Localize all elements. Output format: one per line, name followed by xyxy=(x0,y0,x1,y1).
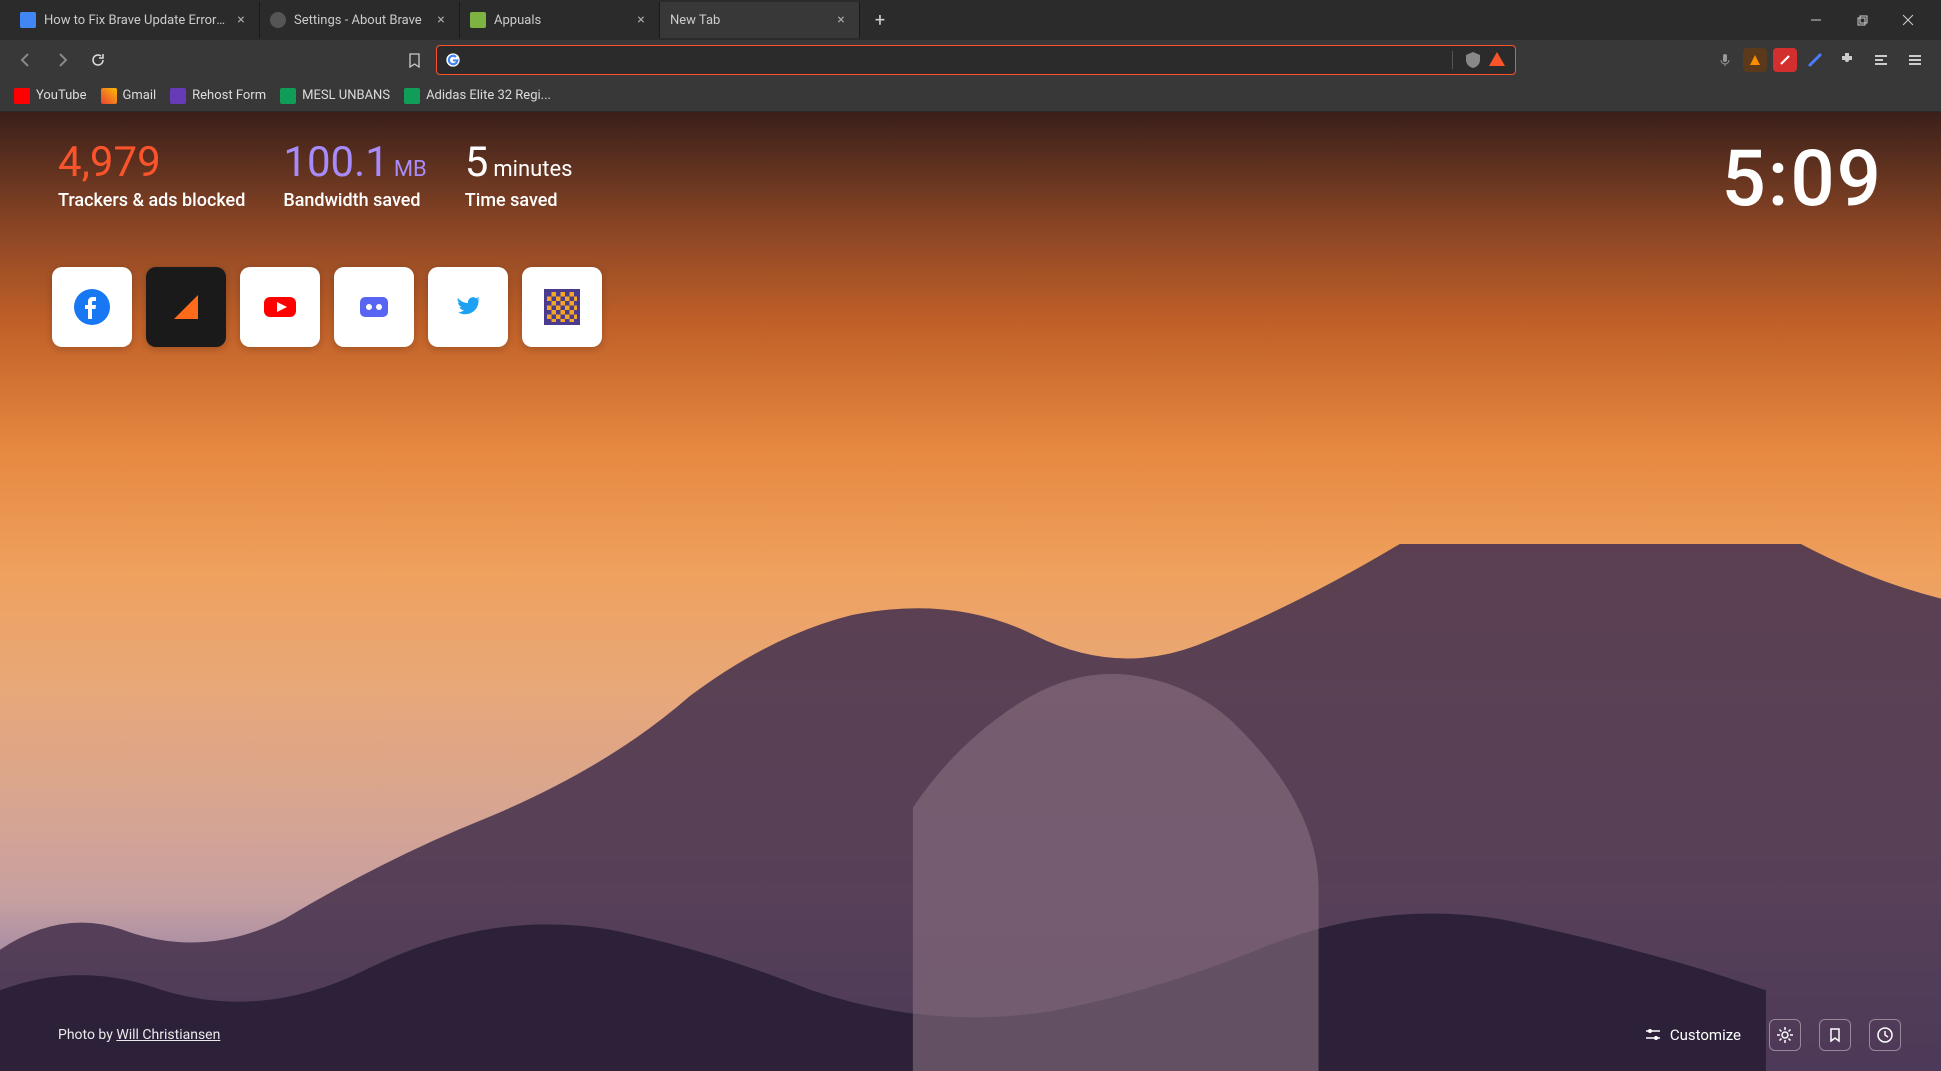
close-icon[interactable]: × xyxy=(633,12,649,28)
youtube-icon xyxy=(14,88,30,104)
gear-icon xyxy=(1776,1026,1794,1044)
settings-icon xyxy=(270,12,286,28)
stat-bandwidth: 100.1 MB Bandwidth saved xyxy=(283,140,426,211)
bookmark-label: Gmail xyxy=(123,88,157,103)
sliders-icon xyxy=(1644,1026,1662,1044)
top-sites xyxy=(0,211,1941,347)
brave-rewards-icon[interactable] xyxy=(1487,50,1507,70)
close-window-button[interactable] xyxy=(1885,2,1931,38)
tab-bar: How to Fix Brave Update Error 0x8... × S… xyxy=(0,0,1941,40)
back-button[interactable] xyxy=(12,46,40,74)
new-tab-page: 4,979 Trackers & ads blocked 100.1 MB Ba… xyxy=(0,112,1941,1071)
shields-icon[interactable] xyxy=(1463,50,1483,70)
tab-title: Appuals xyxy=(494,13,627,28)
toolbar xyxy=(0,40,1941,80)
docs-icon xyxy=(20,12,36,28)
facebook-icon xyxy=(74,289,110,325)
history-icon xyxy=(1876,1026,1894,1044)
bookmark-label: Rehost Form xyxy=(192,88,266,103)
orange-triangle-icon xyxy=(168,289,204,325)
gmail-icon xyxy=(101,88,117,104)
extension-red-icon[interactable] xyxy=(1773,48,1797,72)
extensions-button[interactable] xyxy=(1833,46,1861,74)
appuals-icon xyxy=(470,12,486,28)
bookmarks-widget-button[interactable] xyxy=(1819,1019,1851,1051)
stat-label: Bandwidth saved xyxy=(283,190,426,211)
youtube-icon xyxy=(262,289,298,325)
bookmark-adidas[interactable]: Adidas Elite 32 Regi... xyxy=(404,88,551,104)
tab-2[interactable]: Appuals × xyxy=(460,2,660,38)
bookmarks-bar: YouTube Gmail Rehost Form MESL UNBANS Ad… xyxy=(0,80,1941,112)
stats-row: 4,979 Trackers & ads blocked 100.1 MB Ba… xyxy=(0,112,1941,211)
stat-value: 4,979 xyxy=(58,140,245,186)
discord-icon xyxy=(356,289,392,325)
extension-orange-icon[interactable] xyxy=(1743,48,1767,72)
tile-twitter[interactable] xyxy=(428,267,508,347)
bookmark-label: MESL UNBANS xyxy=(302,88,390,103)
tab-title: How to Fix Brave Update Error 0x8... xyxy=(44,13,227,28)
tab-title: Settings - About Brave xyxy=(294,13,427,28)
google-icon xyxy=(445,52,461,68)
tab-title: New Tab xyxy=(670,13,827,28)
address-bar[interactable] xyxy=(436,45,1516,75)
clock: 5:09 xyxy=(1721,134,1883,225)
bookmark-rehost-form[interactable]: Rehost Form xyxy=(170,88,266,104)
settings-button[interactable] xyxy=(1769,1019,1801,1051)
stat-value: 100.1 MB xyxy=(283,140,426,186)
twitter-icon xyxy=(450,289,486,325)
reload-button[interactable] xyxy=(84,46,112,74)
extension-blue-icon[interactable] xyxy=(1803,48,1827,72)
maximize-button[interactable] xyxy=(1839,2,1885,38)
forms-icon xyxy=(170,88,186,104)
tab-1[interactable]: Settings - About Brave × xyxy=(260,2,460,38)
tile-discord[interactable] xyxy=(334,267,414,347)
bookmark-label: YouTube xyxy=(36,88,87,103)
sheets-icon xyxy=(404,88,420,104)
stat-value: 5 minutes xyxy=(465,140,573,186)
divider xyxy=(1452,51,1453,69)
tile-youtube[interactable] xyxy=(240,267,320,347)
stat-label: Time saved xyxy=(465,190,573,211)
bookmark-page-button[interactable] xyxy=(400,46,428,74)
close-icon[interactable]: × xyxy=(833,12,849,28)
new-tab-button[interactable]: + xyxy=(866,6,894,34)
photo-credit: Photo by Will Christiansen xyxy=(58,1027,220,1043)
bookmark-label: Adidas Elite 32 Regi... xyxy=(426,88,551,103)
minimize-button[interactable] xyxy=(1793,2,1839,38)
customize-button[interactable]: Customize xyxy=(1634,1020,1751,1050)
tab-3-active[interactable]: New Tab × xyxy=(660,2,860,38)
bookmark-gmail[interactable]: Gmail xyxy=(101,88,157,104)
tab-0[interactable]: How to Fix Brave Update Error 0x8... × xyxy=(10,2,260,38)
window-controls xyxy=(1793,2,1931,38)
bookmark-youtube[interactable]: YouTube xyxy=(14,88,87,104)
close-icon[interactable]: × xyxy=(233,12,249,28)
sidebar-button[interactable] xyxy=(1867,46,1895,74)
sheets-icon xyxy=(280,88,296,104)
bookmark-mesl-unbans[interactable]: MESL UNBANS xyxy=(280,88,390,104)
address-input[interactable] xyxy=(469,52,1446,68)
stat-label: Trackers & ads blocked xyxy=(58,190,245,211)
extension-mic-icon[interactable] xyxy=(1713,48,1737,72)
history-button[interactable] xyxy=(1869,1019,1901,1051)
photo-author-link[interactable]: Will Christiansen xyxy=(116,1027,220,1043)
pixel-icon xyxy=(544,289,580,325)
tile-pixel-game[interactable] xyxy=(522,267,602,347)
forward-button[interactable] xyxy=(48,46,76,74)
close-icon[interactable]: × xyxy=(433,12,449,28)
tile-site-orange[interactable] xyxy=(146,267,226,347)
main-menu-button[interactable] xyxy=(1901,46,1929,74)
bottom-controls: Customize xyxy=(1634,1019,1901,1051)
stat-time: 5 minutes Time saved xyxy=(465,140,573,211)
toolbar-right xyxy=(1713,46,1929,74)
mountain-background xyxy=(0,544,1941,1071)
bookmark-icon xyxy=(1827,1027,1843,1043)
stat-trackers: 4,979 Trackers & ads blocked xyxy=(58,140,245,211)
tile-facebook[interactable] xyxy=(52,267,132,347)
